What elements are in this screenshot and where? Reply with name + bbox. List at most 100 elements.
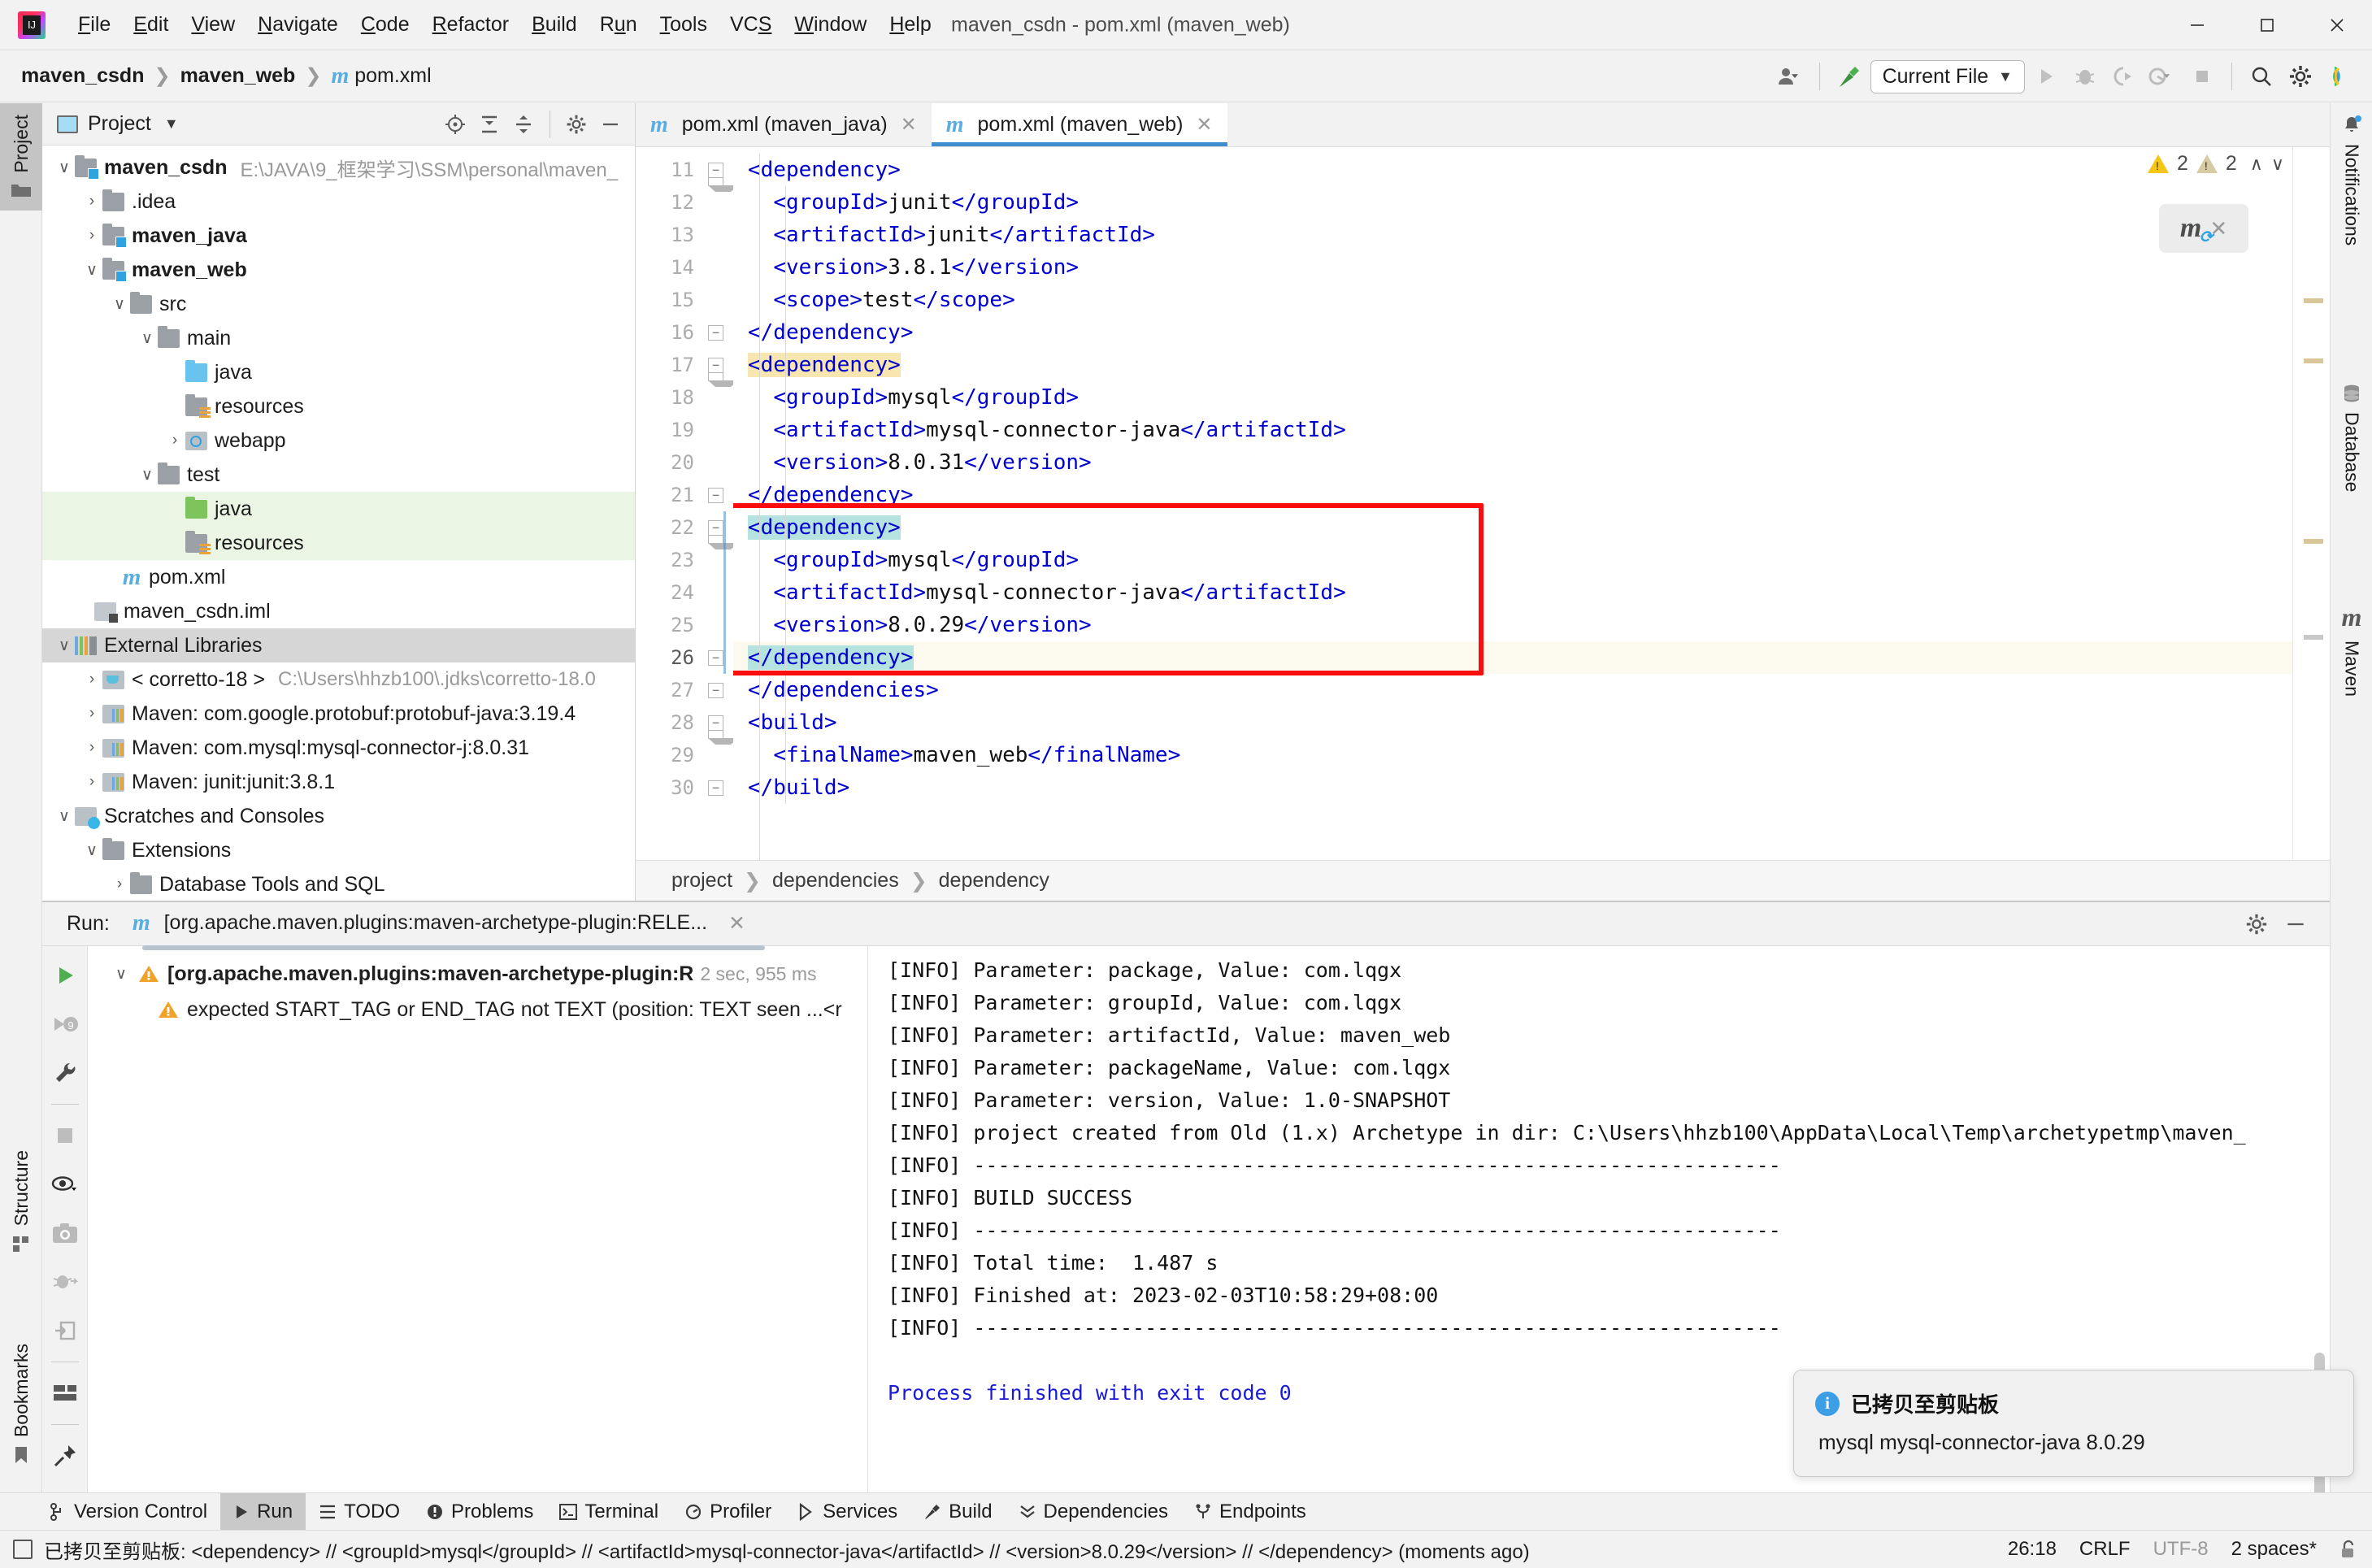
run-session-tab[interactable]: m [org.apache.maven.plugins:maven-archet… bbox=[133, 910, 766, 950]
tree-node-main[interactable]: ∨ main bbox=[42, 321, 635, 355]
menu-vcs[interactable]: VCS bbox=[719, 8, 783, 41]
tree-node-scratches[interactable]: ∨ Scratches and Consoles bbox=[42, 799, 635, 833]
tree-node-test-java[interactable]: java bbox=[42, 492, 635, 526]
tool-window-dependencies[interactable]: Dependencies bbox=[1006, 1493, 1181, 1531]
menu-navigate[interactable]: Navigate bbox=[246, 8, 350, 41]
editor-gutter[interactable]: 11 12 13 14 15 16 17 18 19 20 21 22 23 2… bbox=[636, 147, 738, 860]
close-button[interactable] bbox=[2302, 0, 2372, 50]
tree-node-extensions[interactable]: ∨ Extensions bbox=[42, 833, 635, 867]
ide-features-icon[interactable] bbox=[2322, 58, 2357, 95]
fold-marker-icon[interactable]: − bbox=[708, 488, 723, 503]
code-line[interactable]: <version>8.0.29</version> bbox=[733, 609, 2292, 641]
stop-icon[interactable] bbox=[47, 1118, 83, 1153]
breadcrumb-module[interactable]: maven_web bbox=[180, 64, 296, 88]
fold-marker-icon[interactable]: − bbox=[708, 325, 723, 341]
run-configuration-selector[interactable]: Current File ▼ bbox=[1870, 59, 2025, 93]
chevron-down-icon[interactable]: ∨ bbox=[54, 636, 75, 655]
code-line[interactable]: </dependency> bbox=[733, 479, 2292, 511]
tree-node-lib-mysql[interactable]: › Maven: com.mysql:mysql-connector-j:8.0… bbox=[42, 731, 635, 765]
fold-marker-icon[interactable]: − bbox=[708, 650, 723, 666]
rail-tab-project[interactable]: Project bbox=[0, 103, 42, 211]
run-tree-child[interactable]: expected START_TAG or END_TAG not TEXT (… bbox=[88, 992, 867, 1027]
rail-tab-notifications[interactable]: Notifications bbox=[2331, 103, 2372, 257]
chevron-down-icon[interactable]: ∨ bbox=[81, 261, 102, 280]
unlocked-icon[interactable] bbox=[2339, 1539, 2357, 1560]
tree-node-lib-protobuf[interactable]: › Maven: com.google.protobuf:protobuf-ja… bbox=[42, 697, 635, 731]
error-stripe-gutter[interactable] bbox=[2292, 147, 2330, 860]
close-icon[interactable]: ✕ bbox=[1196, 113, 1212, 137]
fold-marker-icon[interactable]: − bbox=[708, 520, 723, 536]
code-line[interactable]: <dependency> bbox=[733, 349, 2292, 381]
maximize-button[interactable] bbox=[2232, 0, 2302, 50]
code-line[interactable]: <dependency> bbox=[733, 154, 2292, 186]
editor-tab-pom-maven-java[interactable]: m pom.xml (maven_java) ✕ bbox=[636, 103, 932, 146]
chevron-right-icon[interactable]: › bbox=[109, 875, 130, 893]
rail-tab-maven[interactable]: m Maven bbox=[2331, 591, 2372, 708]
tree-node-maven-web[interactable]: ∨ maven_web bbox=[42, 253, 635, 287]
expand-all-icon[interactable] bbox=[473, 108, 506, 141]
chevron-down-icon[interactable]: ∨ bbox=[109, 295, 130, 314]
code-line[interactable]: <groupId>junit</groupId> bbox=[733, 186, 2292, 219]
fold-marker-icon[interactable]: − bbox=[708, 683, 723, 698]
close-icon[interactable]: ✕ bbox=[728, 911, 745, 936]
menu-tools[interactable]: Tools bbox=[649, 8, 719, 41]
search-everywhere-icon[interactable] bbox=[2244, 58, 2279, 95]
warning-stripe-mark[interactable] bbox=[2304, 298, 2323, 303]
menu-help[interactable]: Help bbox=[878, 8, 942, 41]
menu-build[interactable]: Build bbox=[520, 8, 589, 41]
tree-node-database-tools[interactable]: › Database Tools and SQL bbox=[42, 867, 635, 901]
layout-icon[interactable] bbox=[47, 1375, 83, 1411]
tree-node-external-libraries[interactable]: ∨ External Libraries bbox=[42, 628, 635, 662]
menu-refactor[interactable]: Refactor bbox=[421, 8, 521, 41]
tool-window-build[interactable]: Build bbox=[910, 1493, 1005, 1531]
inspection-widget[interactable]: 2 2 ∧ ∨ bbox=[2147, 152, 2284, 176]
breadcrumb-dependencies-tag[interactable]: dependencies bbox=[772, 869, 899, 893]
code-line[interactable]: <version>3.8.1</version> bbox=[733, 251, 2292, 284]
code-line[interactable]: </dependency> bbox=[733, 316, 2292, 349]
menu-edit[interactable]: Edit bbox=[122, 8, 180, 41]
breadcrumb-project[interactable]: maven_csdn bbox=[21, 64, 144, 88]
code-editor[interactable]: <dependency> <groupId>junit</groupId> <a… bbox=[733, 147, 2292, 860]
chevron-down-icon[interactable]: ∨ bbox=[54, 159, 75, 177]
user-dropdown-icon[interactable] bbox=[1772, 58, 1808, 95]
export-icon[interactable] bbox=[47, 1313, 83, 1349]
menu-run[interactable]: Run bbox=[589, 8, 649, 41]
code-line[interactable]: <version>8.0.31</version> bbox=[733, 446, 2292, 479]
status-message-area[interactable]: 已拷贝至剪贴板: <dependency> // <groupId>mysql<… bbox=[13, 1535, 1530, 1564]
tree-node-test-resources[interactable]: resources bbox=[42, 526, 635, 560]
rail-tab-structure[interactable]: Structure bbox=[0, 1139, 42, 1265]
run-tree-root[interactable]: ∨ [org.apache.maven.plugins:maven-archet… bbox=[88, 956, 867, 992]
tree-node-iml[interactable]: maven_csdn.iml bbox=[42, 594, 635, 628]
tree-node-maven-csdn[interactable]: ∨ maven_csdn E:\JAVA\9_框架学习\SSM\personal… bbox=[42, 150, 635, 185]
tree-node-test[interactable]: ∨ test bbox=[42, 458, 635, 492]
hammer-icon[interactable] bbox=[1831, 58, 1867, 95]
code-line[interactable]: <build> bbox=[733, 706, 2292, 739]
tree-node-main-java[interactable]: java bbox=[42, 355, 635, 389]
code-line[interactable]: </dependency> bbox=[733, 641, 2292, 674]
tool-window-profiler[interactable]: Profiler bbox=[671, 1493, 784, 1531]
tool-window-version-control[interactable]: Version Control bbox=[36, 1493, 220, 1531]
options-gear-icon[interactable] bbox=[560, 108, 593, 141]
warning-stripe-mark[interactable] bbox=[2304, 539, 2323, 544]
stop-icon[interactable] bbox=[2184, 58, 2220, 95]
previous-highlight-icon[interactable]: ∧ bbox=[2250, 154, 2263, 175]
run-results-tree[interactable]: ∨ [org.apache.maven.plugins:maven-archet… bbox=[88, 946, 868, 1492]
file-encoding[interactable]: UTF-8 bbox=[2153, 1538, 2209, 1561]
menu-file[interactable]: File bbox=[67, 8, 122, 41]
code-line[interactable]: <artifactId>mysql-connector-java</artifa… bbox=[733, 414, 2292, 446]
line-separator[interactable]: CRLF bbox=[2079, 1538, 2131, 1561]
tree-node-webapp[interactable]: › webapp bbox=[42, 423, 635, 458]
code-line[interactable]: <artifactId>mysql-connector-java</artifa… bbox=[733, 576, 2292, 609]
collapse-all-icon[interactable] bbox=[507, 108, 540, 141]
pin-icon[interactable] bbox=[47, 1438, 83, 1474]
fold-marker-icon[interactable]: − bbox=[708, 358, 723, 373]
settings-gear-icon[interactable] bbox=[2283, 58, 2318, 95]
fold-marker-icon[interactable]: − bbox=[708, 780, 723, 796]
tree-node-jdk[interactable]: › < corretto-18 > C:\Users\hhzb100\.jdks… bbox=[42, 662, 635, 697]
warning-stripe-mark[interactable] bbox=[2304, 358, 2323, 363]
caret-position[interactable]: 26:18 bbox=[2008, 1538, 2057, 1561]
chevron-right-icon[interactable]: › bbox=[164, 432, 185, 450]
rail-tab-database[interactable]: Database bbox=[2331, 371, 2372, 503]
breadcrumb-dependency-tag[interactable]: dependency bbox=[939, 869, 1049, 893]
code-line[interactable]: <groupId>mysql</groupId> bbox=[733, 381, 2292, 414]
